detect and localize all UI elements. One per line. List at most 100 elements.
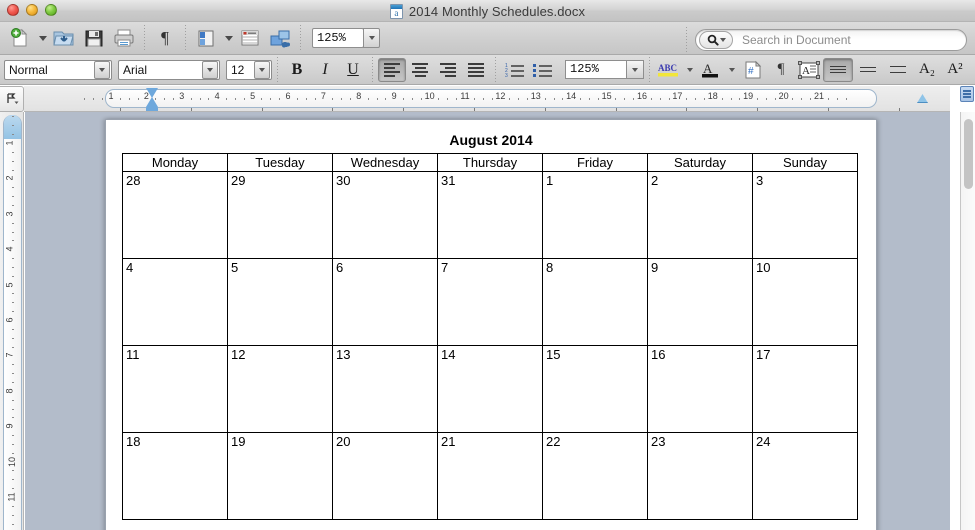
calendar-day-cell[interactable]: 28 <box>122 171 228 259</box>
open-button[interactable] <box>49 24 79 52</box>
bold-button[interactable]: B <box>283 58 311 82</box>
italic-button[interactable]: I <box>311 58 339 82</box>
line-spacing-3-button[interactable] <box>883 58 913 82</box>
calendar-day-cell[interactable]: 9 <box>647 258 753 346</box>
calendar-day-cell[interactable]: 13 <box>332 345 438 433</box>
calendar-day-cell[interactable]: 31 <box>437 171 543 259</box>
text-box-button[interactable]: A <box>795 58 823 82</box>
calendar-day-cell[interactable]: 6 <box>332 258 438 346</box>
calendar-day-cell[interactable]: 10 <box>752 258 858 346</box>
font-color-button[interactable]: A <box>697 58 725 82</box>
horizontal-ruler[interactable]: 1 2 3 4 5 6 7 8 9 10 11 12 13 14 15 16 17 18 19 20 21 <box>24 86 950 112</box>
search-icon <box>707 34 719 46</box>
font-name-combo[interactable]: Arial <box>118 59 220 80</box>
calendar-day-cell[interactable]: 7 <box>437 258 543 346</box>
zoom-value-field[interactable]: 125% <box>312 28 364 48</box>
calendar-day-cell[interactable]: 4 <box>122 258 228 346</box>
calendar-day-cell[interactable]: 23 <box>647 432 753 520</box>
ruler-minor-tick <box>703 98 705 100</box>
ruler-minor-tick <box>349 98 351 100</box>
right-indent-marker[interactable] <box>917 94 928 103</box>
calendar-weekday-header: Sunday <box>752 153 858 172</box>
calendar-day-cell[interactable]: 20 <box>332 432 438 520</box>
print-button[interactable] <box>109 24 139 52</box>
font-size-combo[interactable]: 12 <box>226 59 272 80</box>
subscript-button[interactable]: A₂ <box>913 58 941 82</box>
insert-table-button[interactable] <box>235 24 265 52</box>
align-justify-button[interactable] <box>462 58 490 82</box>
underline-button[interactable]: U <box>339 58 367 82</box>
tab-stop-selector[interactable] <box>0 86 24 112</box>
vertical-ruler-minor-tick <box>12 337 14 339</box>
ruler-number: 21 <box>813 91 825 101</box>
show-formatting-button[interactable]: ¶ <box>150 24 180 52</box>
tab-stop-selector-icon <box>6 93 18 104</box>
calendar-week-row: 28 29 30 31 1 2 3 <box>122 171 858 259</box>
format-zoom-dropdown-button[interactable] <box>626 60 644 79</box>
format-zoom-value-field[interactable]: 125% <box>565 60 627 79</box>
align-left-button[interactable] <box>378 57 406 82</box>
table-icon <box>241 30 259 46</box>
bulleted-list-button[interactable] <box>529 58 557 82</box>
vertical-scrollbar[interactable] <box>960 112 975 530</box>
ruler-number: 7 <box>320 91 326 101</box>
document-canvas[interactable]: August 2014 Monday Tuesday Wednesday Thursd… <box>25 112 950 530</box>
chevron-down-icon[interactable] <box>94 60 110 79</box>
font-color-dropdown[interactable] <box>725 58 739 82</box>
calendar-day-cell[interactable]: 18 <box>122 432 228 520</box>
ruler-number: 2 <box>143 91 149 101</box>
ruler-number: 15 <box>601 91 612 101</box>
page-number-button[interactable]: # <box>739 58 767 82</box>
calendar-day-cell[interactable]: 17 <box>752 345 858 433</box>
calendar-day-cell[interactable]: 15 <box>542 345 648 433</box>
chevron-down-icon[interactable] <box>202 60 218 79</box>
search-options-button[interactable] <box>699 31 733 49</box>
chevron-down-icon <box>719 38 726 42</box>
chevron-down-icon[interactable] <box>254 60 270 79</box>
vertical-scroll-thumb[interactable] <box>964 119 973 189</box>
align-right-button[interactable] <box>434 58 462 82</box>
toolbar-separator <box>495 56 496 83</box>
sidebar-dropdown[interactable] <box>221 24 235 52</box>
align-center-button[interactable] <box>406 58 434 82</box>
calendar-day-cell[interactable]: 21 <box>437 432 543 520</box>
sidebar-button[interactable] <box>191 24 221 52</box>
calendar-day-cell[interactable]: 11 <box>122 345 228 433</box>
line-spacing-1-button[interactable] <box>823 57 853 82</box>
media-browser-button[interactable] <box>265 24 295 52</box>
search-in-document-field[interactable]: Search in Document <box>695 29 967 51</box>
paragraph-marks-button[interactable]: ¶ <box>767 58 795 82</box>
numbered-list-button[interactable]: 1 2 3 <box>501 58 529 82</box>
new-document-button[interactable] <box>5 24 35 52</box>
paragraph-style-combo[interactable]: Normal <box>4 59 112 80</box>
zoom-dropdown-button[interactable] <box>363 28 380 48</box>
view-options-button[interactable] <box>960 86 974 102</box>
search-input[interactable]: Search in Document <box>742 33 851 47</box>
superscript-button[interactable]: A² <box>941 58 969 82</box>
calendar-day-cell[interactable]: 2 <box>647 171 753 259</box>
calendar-day-cell[interactable]: 16 <box>647 345 753 433</box>
calendar-day-cell[interactable]: 5 <box>227 258 333 346</box>
calendar-day-cell[interactable]: 8 <box>542 258 648 346</box>
new-document-dropdown[interactable] <box>35 24 49 52</box>
line-spacing-2-button[interactable] <box>853 58 883 82</box>
save-button[interactable] <box>79 24 109 52</box>
calendar-day-cell[interactable]: 12 <box>227 345 333 433</box>
ruler-minor-tick <box>774 98 776 100</box>
document-page[interactable]: August 2014 Monday Tuesday Wednesday Thursd… <box>105 119 877 530</box>
calendar-day-cell[interactable]: 30 <box>332 171 438 259</box>
ruler-minor-tick <box>845 98 847 100</box>
calendar-day-cell[interactable]: 3 <box>752 171 858 259</box>
calendar-day-cell[interactable]: 1 <box>542 171 648 259</box>
calendar-day-cell[interactable]: 29 <box>227 171 333 259</box>
highlight-button[interactable]: ABC <box>655 58 683 82</box>
calendar-day-cell[interactable]: 19 <box>227 432 333 520</box>
calendar-table[interactable]: Monday Tuesday Wednesday Thursday Friday Satu… <box>122 153 858 520</box>
highlight-dropdown[interactable] <box>683 58 697 82</box>
calendar-day-cell[interactable]: 14 <box>437 345 543 433</box>
page-number-icon: # <box>745 60 762 78</box>
calendar-day-cell[interactable]: 22 <box>542 432 648 520</box>
vertical-ruler[interactable]: 1 2 3 4 5 6 7 8 9 10 11 <box>0 112 24 530</box>
calendar-day-cell[interactable]: 24 <box>752 432 858 520</box>
vertical-margin-marker[interactable] <box>4 115 21 139</box>
